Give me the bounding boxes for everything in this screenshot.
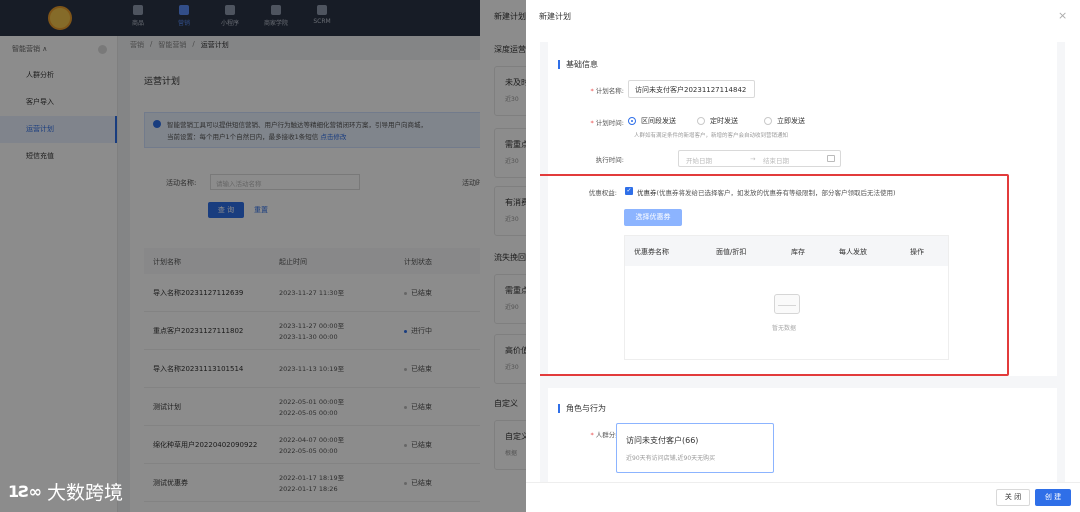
crowd-category-label: * 人群分类: (590, 431, 624, 439)
label-text: 计划时间: (595, 119, 624, 127)
label-text: 计划名称: (595, 87, 624, 95)
range-arrow: → (750, 155, 756, 163)
radio-icon (697, 117, 705, 125)
radio-label: 立即发送 (777, 117, 805, 125)
radio-scheduled-send[interactable]: 定时发送 (697, 116, 738, 126)
crowd-card-selected[interactable]: 访问未支付客户(66) 近90天有访问店铺,近90天无购买 (616, 423, 774, 473)
watermark-logo: 1Ƨ∞ (8, 482, 42, 501)
section-title-basic: 基础信息 (558, 60, 598, 69)
exec-time-label: 执行时间: (595, 156, 624, 164)
close-icon[interactable]: × (1058, 9, 1067, 22)
drawer-body[interactable]: 基础信息 * 计划名称: 访问未支付客户20231127114842 * 计划时间:… (540, 42, 1065, 482)
watermark: 1Ƨ∞ 大数跨境 (8, 478, 123, 505)
radio-hint: 人群如有满足条件的新增客户，新增的客户会自动收到营销通知 (634, 133, 789, 139)
end-date-placeholder: 结束日期 (763, 157, 789, 165)
create-button[interactable]: 创 建 (1035, 489, 1071, 506)
close-button[interactable]: 关 闭 (996, 489, 1030, 506)
radio-label: 定时发送 (710, 117, 738, 125)
date-range-picker[interactable]: 开始日期 → 结束日期 (678, 150, 841, 167)
crowd-desc: 近90天有访问店铺,近90天无购买 (626, 455, 716, 462)
radio-label: 区间段发送 (641, 117, 676, 125)
section-title-role: 角色与行为 (558, 404, 606, 413)
drawer-header: 新建计划 × (526, 0, 1080, 32)
drawer-title: 新建计划 (539, 12, 571, 21)
radio-icon (764, 117, 772, 125)
highlight-box (540, 174, 1009, 376)
plan-name-input[interactable]: 访问未支付客户20231127114842 (628, 80, 755, 98)
role-behavior-panel: 角色与行为 * 人群分类: 访问未支付客户(66) 近90天有访问店铺,近90天无… (548, 388, 1057, 482)
plan-name-label: * 计划名称: (590, 87, 624, 95)
radio-checked-icon (628, 117, 636, 125)
start-date-placeholder: 开始日期 (686, 157, 712, 165)
radio-immediate-send[interactable]: 立即发送 (764, 116, 805, 126)
new-plan-drawer: 新建计划 × 基础信息 * 计划名称: 访问未支付客户20231127114842… (526, 0, 1080, 512)
plan-time-label: * 计划时间: (590, 119, 624, 127)
crowd-title: 访问未支付客户(66) (626, 436, 699, 445)
drawer-footer: 关 闭 创 建 (526, 482, 1080, 512)
radio-interval-send[interactable]: 区间段发送 (628, 116, 676, 126)
calendar-icon (827, 155, 835, 162)
watermark-text: 大数跨境 (46, 482, 123, 504)
